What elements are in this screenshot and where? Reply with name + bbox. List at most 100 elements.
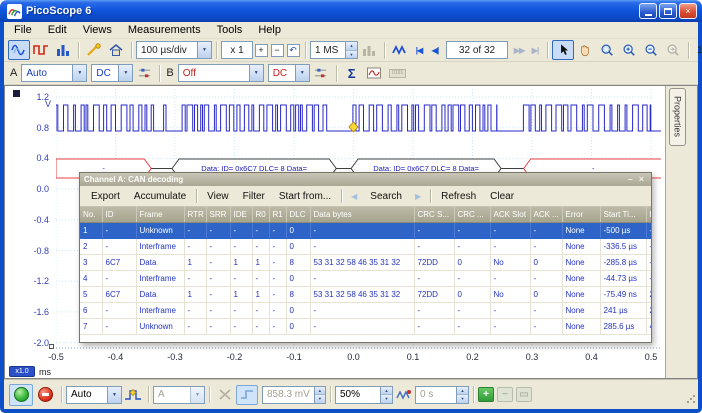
column-header[interactable]: CRC S... xyxy=(414,207,455,223)
zoom-x-minus-button[interactable]: − xyxy=(269,40,285,60)
table-row[interactable]: 2-Interframe-----0-----None-336.5 µs-286… xyxy=(80,238,651,255)
spin-up-icon[interactable]: ▲ xyxy=(346,42,357,51)
channel-b-options-button[interactable] xyxy=(310,63,332,83)
close-button[interactable]: × xyxy=(679,3,697,19)
normal-selection-tool[interactable] xyxy=(552,40,574,60)
scope-view-button[interactable] xyxy=(8,40,30,60)
column-header[interactable]: Start Ti... xyxy=(600,207,647,223)
bit-stream-button[interactable] xyxy=(358,40,380,60)
menu-file[interactable]: File xyxy=(6,23,40,37)
buffer-next-button[interactable]: ▶▶ xyxy=(511,40,527,60)
column-header[interactable]: CRC ... xyxy=(454,207,491,223)
view-button[interactable]: View xyxy=(200,190,236,203)
trigger-marker-button[interactable] xyxy=(122,385,144,405)
persistence-view-button[interactable] xyxy=(30,40,52,60)
column-header[interactable]: No. xyxy=(80,207,103,223)
column-header[interactable]: ACK Slot xyxy=(490,207,531,223)
accumulate-button[interactable]: Accumulate xyxy=(127,190,193,203)
refresh-button[interactable]: Refresh xyxy=(434,190,483,203)
buffer-first-button[interactable]: |◀ xyxy=(411,40,427,60)
table-row[interactable]: 1-Unknown-----0-----None-500 µs-336.5 µs xyxy=(80,222,651,239)
math-channels-button[interactable]: Σ xyxy=(341,63,363,83)
column-header[interactable]: Data bytes xyxy=(310,207,415,223)
next-note-button[interactable]: ▭ xyxy=(516,387,532,402)
home-button[interactable] xyxy=(105,40,127,60)
chevron-down-icon[interactable]: ▼ xyxy=(107,386,121,403)
column-header[interactable]: ID xyxy=(102,207,137,223)
trigger-source-select[interactable]: A ▼ xyxy=(153,385,205,404)
trigger-level-spinner[interactable]: 858.3 mV ▲ ▼ xyxy=(262,385,326,404)
stop-capture-button[interactable] xyxy=(33,384,57,406)
spin-down-icon[interactable]: ▼ xyxy=(346,50,357,58)
zoom-out-tool[interactable] xyxy=(640,40,662,60)
digital-inputs-button[interactable]: 0101 xyxy=(385,63,411,83)
spin-down-icon[interactable]: ▼ xyxy=(457,395,468,403)
zoom-x-plus-button[interactable]: + xyxy=(253,40,269,60)
trigger-delay-spinner[interactable]: 0 s ▲ ▼ xyxy=(415,385,469,404)
chevron-down-icon[interactable]: ▼ xyxy=(248,65,263,81)
reference-waveforms-button[interactable] xyxy=(363,63,385,83)
chevron-down-icon[interactable]: ▼ xyxy=(190,386,204,403)
resize-grip[interactable] xyxy=(684,392,697,408)
channel-a-options-button[interactable] xyxy=(133,63,155,83)
column-header[interactable]: R0 xyxy=(252,207,270,223)
add-note-button[interactable]: + xyxy=(478,387,494,402)
channel-a-coupling-select[interactable]: DC ▼ xyxy=(91,64,134,82)
column-header[interactable]: R1 xyxy=(269,207,287,223)
measurements-button[interactable] xyxy=(52,40,74,60)
zoom-x-reset-button[interactable]: ↶ xyxy=(285,40,301,60)
decoder-minimize-button[interactable]: – xyxy=(625,175,636,184)
column-header[interactable]: RTR xyxy=(184,207,207,223)
menu-help[interactable]: Help xyxy=(250,23,289,37)
hand-tool[interactable] xyxy=(574,40,596,60)
menu-views[interactable]: Views xyxy=(75,23,120,37)
column-header[interactable]: SRR xyxy=(206,207,231,223)
zoom-in-tool[interactable] xyxy=(618,40,640,60)
spin-up-icon[interactable]: ▲ xyxy=(381,386,392,395)
column-header[interactable]: IDE xyxy=(230,207,253,223)
x-axis-handle[interactable] xyxy=(49,344,54,349)
timebase-select[interactable]: 100 µs/div ▼ xyxy=(136,41,212,59)
rapid-trigger-button[interactable] xyxy=(393,385,415,405)
chevron-down-icon[interactable]: ▼ xyxy=(294,65,309,81)
previous-note-button[interactable]: − xyxy=(497,387,513,402)
undo-zoom-tool[interactable] xyxy=(662,40,684,60)
sample-count-spinner[interactable]: 1 MS ▲ ▼ xyxy=(310,41,358,59)
channel-b-coupling-select[interactable]: DC ▼ xyxy=(267,64,310,82)
rising-edge-button[interactable] xyxy=(214,385,236,405)
column-header[interactable]: End Time xyxy=(646,207,651,223)
trigger-mode-select[interactable]: Auto ▼ xyxy=(66,385,122,404)
menu-measurements[interactable]: Measurements xyxy=(120,23,209,37)
x-axis-multiplier-badge[interactable]: x1.0 xyxy=(9,366,35,377)
maximize-button[interactable] xyxy=(659,3,677,19)
column-header[interactable]: Error xyxy=(562,207,601,223)
search-button[interactable]: Search xyxy=(363,190,409,203)
table-row[interactable]: 6-Interframe-----0-----None241 µs285 µs xyxy=(80,302,651,319)
chevron-down-icon[interactable]: ▼ xyxy=(72,65,87,81)
buffer-previous-button[interactable]: ◀| xyxy=(427,40,443,60)
minimize-button[interactable] xyxy=(639,3,657,19)
pretrigger-spinner[interactable]: 50% ▲ ▼ xyxy=(335,385,393,404)
start-capture-button[interactable] xyxy=(9,383,33,406)
search-previous-icon[interactable]: ◀ xyxy=(345,192,363,201)
menu-edit[interactable]: Edit xyxy=(40,23,75,37)
tab-properties[interactable]: Properties xyxy=(669,88,686,146)
column-header[interactable]: ACK ... xyxy=(530,207,563,223)
probe-setup-button[interactable] xyxy=(83,40,105,60)
title-bar[interactable]: PicoScope 6 × xyxy=(0,0,702,22)
table-row[interactable]: 3 6C7 Data 1-1 1-8 53 31 32 58 46 35 31 32 72D… xyxy=(80,254,651,271)
spin-down-icon[interactable]: ▼ xyxy=(381,395,392,403)
chevron-down-icon[interactable]: ▼ xyxy=(118,65,133,81)
table-row[interactable]: 7-Unknown-----0-----None285.6 µs499.7 µs xyxy=(80,318,651,335)
table-row[interactable]: 4-Interframe-----0-----None-44.73 µs-733… xyxy=(80,270,651,287)
column-header[interactable]: DLC xyxy=(286,207,311,223)
column-header[interactable]: Frame xyxy=(136,207,185,223)
search-next-icon[interactable]: ▶ xyxy=(409,192,427,201)
decoder-close-button[interactable]: × xyxy=(636,175,647,184)
channel-b-range-select[interactable]: Off ▼ xyxy=(177,64,264,82)
table-row[interactable]: 5 6C7 Data 1-1 1-8 53 31 32 58 46 35 31 32 72D… xyxy=(80,286,651,303)
decoder-panel-titlebar[interactable]: Channel A: CAN decoding – × xyxy=(80,173,651,186)
export-button[interactable]: Export xyxy=(84,190,127,203)
buffer-last-button[interactable]: ▶| xyxy=(527,40,543,60)
buffer-navigator-button[interactable] xyxy=(389,40,411,60)
